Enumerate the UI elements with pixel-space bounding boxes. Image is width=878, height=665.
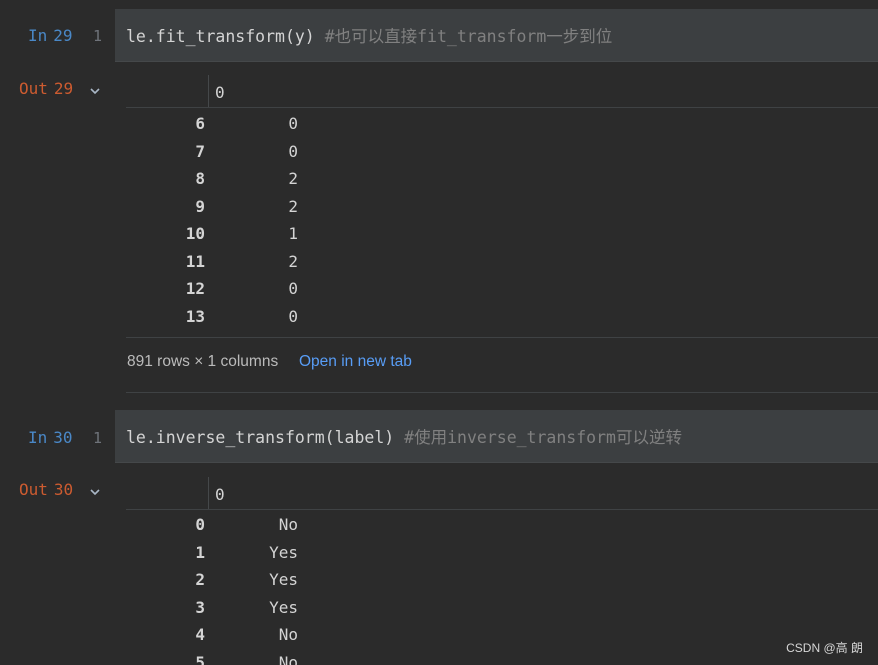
- watermark: CSDN @高 朗: [786, 641, 863, 655]
- column-header: 0: [215, 83, 225, 102]
- table-row: 92: [126, 193, 878, 221]
- line-number: 1: [93, 429, 103, 447]
- chevron-down-icon[interactable]: [89, 487, 101, 497]
- row-index: 6: [195, 114, 205, 133]
- in-prompt-label: In: [28, 428, 48, 447]
- chevron-down-icon[interactable]: [89, 86, 101, 96]
- table-row: 1 Yes: [126, 539, 878, 567]
- row-value: 2: [288, 196, 298, 216]
- output-table-29: 0 60 70 82 92 10 1 11 2 12 0 13 0: [126, 75, 878, 330]
- row-value: 0: [288, 114, 298, 133]
- row-index: 2: [195, 570, 205, 589]
- row-value: No: [278, 515, 298, 534]
- in-prompt-29: In 29: [28, 26, 73, 45]
- notebook-page: In 29 1 le.fit_transform(y) #也可以直接fit_tra…: [0, 0, 878, 665]
- table-row: 2 Yes: [126, 566, 878, 594]
- code-comment: #也可以直接fit_transform一步到位: [324, 27, 613, 46]
- table-row: 12 0: [126, 275, 878, 303]
- row-value: 0: [288, 306, 298, 326]
- table-header: 0: [126, 477, 878, 510]
- row-value: 2: [288, 251, 298, 271]
- output-table-30: 0 0 No 1 Yes 2 Yes 3 Yes 4 No 5 No: [126, 477, 878, 665]
- table-row: 10 1: [126, 220, 878, 248]
- row-value: Yes: [269, 570, 298, 589]
- header-divider: [208, 477, 209, 509]
- table-row: 0 No: [126, 511, 878, 539]
- out-prompt-29: Out 29: [19, 79, 73, 98]
- in-prompt-number: 29: [53, 26, 73, 45]
- out-prompt-30: Out 30: [19, 480, 73, 499]
- row-value: No: [278, 652, 298, 665]
- row-index: 10: [185, 224, 205, 243]
- row-count-text: 891 rows × 1 columns: [127, 353, 279, 370]
- table-row: 5 No: [126, 649, 878, 665]
- row-value: No: [278, 625, 298, 644]
- row-index: 11: [185, 251, 205, 271]
- table-body: 0 No 1 Yes 2 Yes 3 Yes 4 No 5 No: [126, 510, 878, 665]
- out-prompt-number: 30: [53, 480, 74, 499]
- code-comment: #使用inverse_transform可以逆转: [404, 428, 682, 447]
- row-index: 7: [195, 141, 205, 161]
- row-index: 8: [195, 169, 205, 188]
- row-index: 9: [195, 196, 205, 216]
- out-prompt-number: 29: [53, 79, 74, 98]
- table-row: 60: [126, 110, 878, 138]
- open-in-new-tab-link[interactable]: Open in new tab: [299, 353, 412, 371]
- table-row: 13 0: [126, 303, 878, 331]
- row-index: 5: [195, 652, 205, 665]
- code-editor[interactable]: le.inverse_transform(label) #使用inverse_t…: [115, 410, 878, 463]
- table-row: 11 2: [126, 248, 878, 276]
- header-divider: [208, 75, 209, 107]
- table-header: 0: [126, 75, 878, 108]
- row-index: 1: [195, 542, 205, 562]
- in-prompt-number: 30: [53, 428, 73, 447]
- code-text: le.fit_transform(y): [126, 27, 325, 46]
- input-cell-30[interactable]: In 30 1 le.inverse_transform(label) #使用in…: [0, 410, 878, 463]
- line-number: 1: [93, 27, 103, 45]
- code-line[interactable]: le.inverse_transform(label) #使用inverse_t…: [126, 424, 682, 448]
- row-index: 13: [185, 306, 205, 326]
- row-value: 0: [288, 279, 298, 298]
- table-row: 3 Yes: [126, 594, 878, 622]
- column-header: 0: [215, 485, 225, 504]
- out-prompt-label: Out: [19, 480, 48, 499]
- row-value: 2: [288, 169, 298, 188]
- row-value: Yes: [269, 542, 298, 562]
- row-value: Yes: [269, 597, 298, 617]
- row-index: 4: [195, 625, 205, 644]
- row-index: 0: [195, 515, 205, 534]
- code-text: le.inverse_transform(label): [126, 428, 405, 447]
- table-row: 82: [126, 165, 878, 193]
- table-body: 60 70 82 92 10 1 11 2 12 0 13 0: [126, 108, 878, 330]
- in-prompt-label: In: [28, 26, 48, 45]
- row-value: 1: [288, 224, 298, 243]
- code-line[interactable]: le.fit_transform(y) #也可以直接fit_transform一…: [126, 23, 612, 47]
- input-cell-29[interactable]: In 29 1 le.fit_transform(y) #也可以直接fit_tra…: [0, 9, 878, 62]
- in-prompt-30: In 30: [28, 428, 73, 447]
- table-footer: 891 rows × 1 columns Open in new tab: [126, 337, 878, 393]
- table-row: 70: [126, 138, 878, 166]
- row-index: 12: [185, 279, 205, 298]
- row-index: 3: [195, 597, 205, 617]
- table-row: 4 No: [126, 621, 878, 649]
- out-prompt-label: Out: [19, 79, 48, 98]
- row-value: 0: [288, 141, 298, 161]
- code-editor[interactable]: le.fit_transform(y) #也可以直接fit_transform一…: [115, 9, 878, 62]
